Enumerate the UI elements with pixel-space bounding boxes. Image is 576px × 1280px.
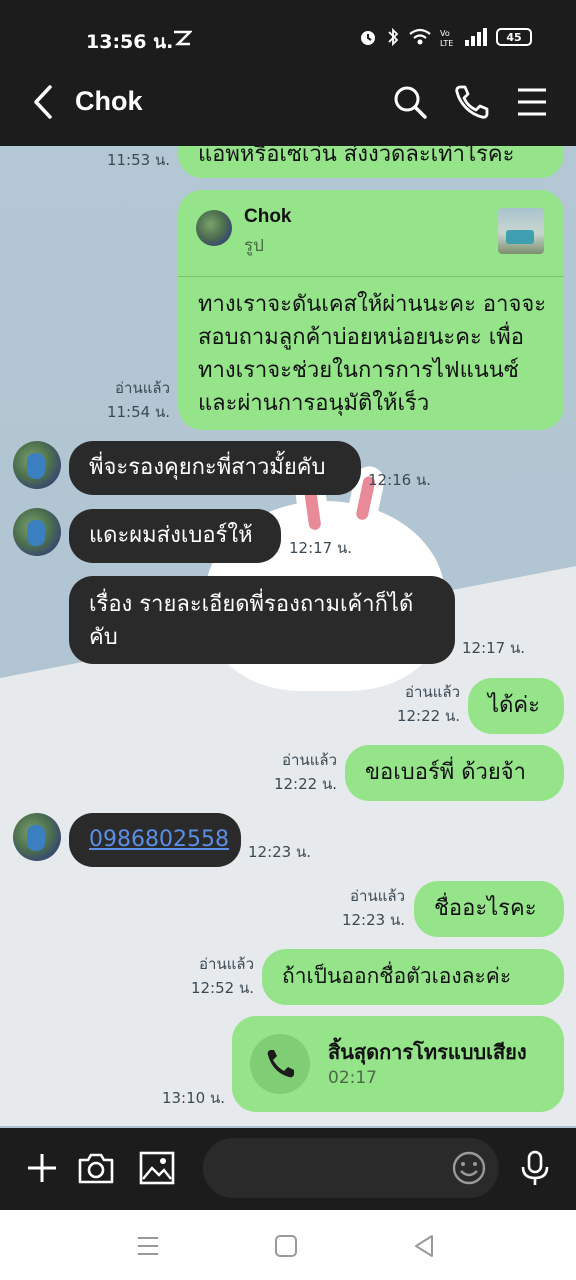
chat-header: Chok <box>0 58 576 146</box>
alarm-icon <box>361 31 375 45</box>
call-icon-circle <box>250 1034 310 1094</box>
search-icon[interactable] <box>390 82 430 122</box>
reply-divider <box>178 276 564 277</box>
message-bubble-received[interactable]: เรื่อง รายละเอียดพี่รองถามเค้าก็ได้คับ <box>69 576 455 664</box>
bluetooth-icon <box>388 27 399 47</box>
image-icon[interactable] <box>137 1148 177 1188</box>
status-time: 13:56 น. <box>86 31 174 53</box>
avatar[interactable] <box>13 508 61 556</box>
volte-icon: VoLTE <box>440 29 453 47</box>
status-bar: 13:56 น. Vo LTE 45 <box>0 0 576 58</box>
message-time: 12:17 น. <box>462 639 526 657</box>
message-time: 12:22 น. <box>273 775 337 793</box>
message-bubble-sent[interactable]: ได้ค่ะ <box>468 678 564 734</box>
wifi-icon <box>409 28 431 45</box>
battery-indicator: 45 <box>496 28 532 46</box>
message-time: 11:53 น. <box>106 151 170 169</box>
recents-icon[interactable] <box>134 1232 162 1260</box>
reply-avatar <box>196 210 232 246</box>
reply-type-label: รูป <box>244 236 264 256</box>
message-bubble-received[interactable]: พี่จะรองคุยกะพี่สาวมั้ยคับ <box>69 441 361 495</box>
camera-icon[interactable] <box>76 1148 116 1188</box>
menu-icon[interactable] <box>512 82 552 122</box>
message-time: 13:10 น. <box>161 1089 225 1107</box>
emoji-icon[interactable] <box>449 1148 489 1188</box>
message-time: 12:16 น. <box>368 471 432 489</box>
home-icon[interactable] <box>272 1232 300 1260</box>
avatar[interactable] <box>13 441 61 489</box>
message-bubble-sent[interactable]: ถ้าเป็นออกชื่อตัวเองละค่ะ <box>262 949 564 1005</box>
back-icon[interactable] <box>410 1232 438 1260</box>
message-time: 12:23 น. <box>341 911 405 929</box>
call-status-title: สิ้นสุดการโทรแบบเสียง <box>328 1040 527 1064</box>
status-icons: Vo LTE 45 <box>358 27 532 47</box>
message-bubble-sent[interactable]: แอพหรือเซเว่น ส่งงวดละเท่าไรคะ <box>178 146 564 178</box>
read-receipt: อ่านแล้ว <box>405 683 460 701</box>
reply-sender-name: Chok <box>244 206 292 227</box>
call-ended-card[interactable]: สิ้นสุดการโทรแบบเสียง 02:17 <box>232 1016 564 1112</box>
message-bubble-sent[interactable]: ชื่ออะไรคะ <box>414 881 564 937</box>
mic-icon[interactable] <box>515 1148 555 1188</box>
message-input-bar <box>0 1128 576 1210</box>
call-duration: 02:17 <box>328 1068 377 1088</box>
reply-thumbnail[interactable] <box>498 208 544 254</box>
phone-icon[interactable] <box>452 82 492 122</box>
read-receipt: อ่านแล้ว <box>199 955 254 973</box>
notification-icon <box>174 30 192 46</box>
avatar[interactable] <box>13 813 61 861</box>
chat-area[interactable]: 11:53 น. แอพหรือเซเว่น ส่งงวดละเท่าไรคะ … <box>0 146 576 1128</box>
read-receipt: อ่านแล้ว <box>115 379 170 397</box>
svg-text:LTE: LTE <box>440 39 453 47</box>
message-time: 11:54 น. <box>106 403 170 421</box>
chat-title: Chok <box>75 86 143 116</box>
system-nav-bar <box>0 1210 576 1280</box>
phone-number-link[interactable]: 0986802558 <box>89 827 229 852</box>
plus-icon[interactable] <box>22 1148 62 1188</box>
message-time: 12:52 น. <box>190 979 254 997</box>
read-receipt: อ่านแล้ว <box>350 887 405 905</box>
message-bubble-sent[interactable]: ขอเบอร์พี่ ด้วยจ้า <box>345 745 564 801</box>
message-time: 12:23 น. <box>248 843 312 861</box>
svg-text:Vo: Vo <box>440 29 450 38</box>
message-bubble-received[interactable]: แดะผมส่งเบอร์ให้ <box>69 509 281 563</box>
signal-icon <box>465 28 487 46</box>
message-time: 12:22 น. <box>396 707 460 725</box>
message-bubble-received[interactable]: 0986802558 <box>69 813 241 867</box>
message-text: ทางเราจะดันเคสให้ผ่านนะคะ อาจจะสอบถามลูก… <box>198 292 547 416</box>
back-arrow-icon[interactable] <box>28 84 58 120</box>
message-time: 12:17 น. <box>289 539 353 557</box>
reply-message-bubble[interactable]: Chok รูป ทางเราจะดันเคสให้ผ่านนะคะ อาจจะ… <box>178 190 564 430</box>
read-receipt: อ่านแล้ว <box>282 751 337 769</box>
phone-icon <box>267 1050 294 1078</box>
